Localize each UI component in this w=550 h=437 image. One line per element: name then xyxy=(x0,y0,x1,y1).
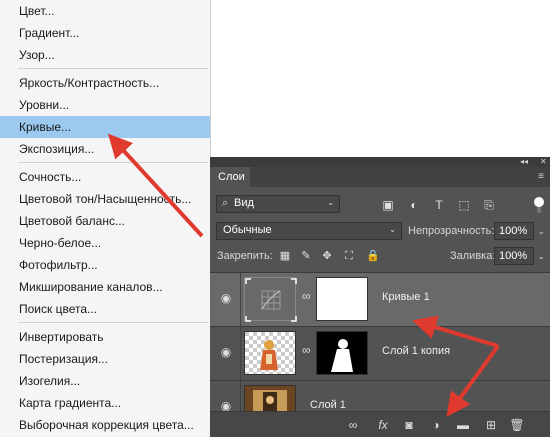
menu-item-levels[interactable]: Уровни... xyxy=(0,94,210,116)
lock-all-icon[interactable]: 🔒 xyxy=(366,249,380,263)
link-chain-icon[interactable]: ∞ xyxy=(302,289,311,303)
panel-title-strip: ◂◂ ✕ xyxy=(210,157,550,167)
opacity-field[interactable]: 100% xyxy=(494,222,534,240)
layer-name[interactable]: Кривые 1 xyxy=(382,291,430,303)
add-mask-icon[interactable]: ◙ xyxy=(400,416,418,434)
fill-dropdown-icon[interactable]: ⌄ xyxy=(538,252,545,261)
smart-object-filter-icon[interactable]: ⎘ xyxy=(481,197,497,213)
menu-item-black-white[interactable]: Черно-белое... xyxy=(0,232,210,254)
panel-tab-bar: Слои ≡ xyxy=(210,167,550,187)
layer-kind-filter[interactable]: ⌕ Вид ⌄ xyxy=(216,195,340,213)
close-icon[interactable]: ✕ xyxy=(540,157,547,167)
menu-item-hue-saturation[interactable]: Цветовой тон/Насыщенность... xyxy=(0,188,210,210)
lock-image-icon[interactable]: ✎ xyxy=(299,249,313,263)
layer-divider xyxy=(240,327,241,381)
adjustments-menu: Цвет... Градиент... Узор... Яркость/Конт… xyxy=(0,0,211,437)
filter-toggle-knob xyxy=(534,197,544,207)
new-adjustment-layer-icon[interactable]: ◑ xyxy=(427,416,445,434)
layers-list: ◉ ∞ Кривые 1 ◉ ∞ Слой 1 копия ◉ Слой 1 xyxy=(210,272,550,435)
layer-image-thumbnail xyxy=(245,386,295,414)
layer-name[interactable]: Слой 1 xyxy=(310,399,346,411)
menu-item-curves[interactable]: Кривые... xyxy=(0,116,210,138)
filter-kind-label: Вид xyxy=(234,197,254,209)
panel-menu-icon[interactable]: ≡ xyxy=(538,170,544,184)
collapse-icon[interactable]: ◂◂ xyxy=(520,157,528,167)
menu-item-brightness-contrast[interactable]: Яркость/Контрастность... xyxy=(0,72,210,94)
lock-label: Закрепить: xyxy=(217,250,273,262)
chevron-down-icon: ⌄ xyxy=(389,225,396,234)
layer-mask-thumbnail[interactable] xyxy=(316,277,368,321)
layer-mask-thumbnail[interactable] xyxy=(316,331,368,375)
lock-position-icon[interactable]: ✥ xyxy=(320,249,334,263)
menu-item-color-lookup[interactable]: Поиск цвета... xyxy=(0,298,210,320)
adjustment-filter-icon[interactable]: ◐ xyxy=(406,197,422,213)
layer-row-layer1-copy[interactable]: ◉ ∞ Слой 1 копия xyxy=(210,326,550,381)
menu-item-pattern[interactable]: Узор... xyxy=(0,44,210,66)
mask-silhouette xyxy=(331,339,353,372)
menu-item-gradient[interactable]: Градиент... xyxy=(0,22,210,44)
menu-item-gradient-map[interactable]: Карта градиента... xyxy=(0,392,210,414)
menu-item-posterize[interactable]: Постеризация... xyxy=(0,348,210,370)
tab-layers[interactable]: Слои xyxy=(210,167,250,187)
menu-item-photo-filter[interactable]: Фотофильтр... xyxy=(0,254,210,276)
layer-name[interactable]: Слой 1 копия xyxy=(382,345,450,357)
trash-icon[interactable]: 🗑 xyxy=(508,416,526,434)
menu-item-selective-color[interactable]: Выборочная коррекция цвета... xyxy=(0,414,210,436)
new-group-folder-icon[interactable]: ▬ xyxy=(454,416,472,434)
new-layer-icon[interactable]: ⊞ xyxy=(482,416,500,434)
search-icon: ⌕ xyxy=(222,197,229,209)
filter-toggle[interactable] xyxy=(534,197,544,213)
layers-panel: ◂◂ ✕ Слои ≡ ⌕ Вид ⌄ ▣ ◐ T ⬚ ⎘ Обычные ⌄ … xyxy=(210,157,550,437)
menu-item-color-balance[interactable]: Цветовой баланс... xyxy=(0,210,210,232)
menu-item-vibrance[interactable]: Сочность... xyxy=(0,166,210,188)
menu-separator xyxy=(18,68,208,69)
chevron-down-icon: ⌄ xyxy=(327,198,334,207)
pixel-filter-icon[interactable]: ▣ xyxy=(380,197,396,213)
menu-item-color[interactable]: Цвет... xyxy=(0,0,210,22)
menu-item-exposure[interactable]: Экспозиция... xyxy=(0,138,210,160)
layer-thumbnail[interactable] xyxy=(244,331,296,375)
layer-image-thumbnail xyxy=(245,332,295,374)
type-filter-icon[interactable]: T xyxy=(431,197,447,213)
opacity-dropdown-icon[interactable]: ⌄ xyxy=(538,227,545,236)
menu-item-threshold[interactable]: Изогелия... xyxy=(0,370,210,392)
layers-bottom-toolbar: ∞ fx ◙ ◑ ▬ ⊞ 🗑 xyxy=(210,411,550,437)
layer-style-fx-icon[interactable]: fx xyxy=(374,416,392,434)
lock-transparent-icon[interactable]: ▦ xyxy=(278,249,292,263)
fill-field[interactable]: 100% xyxy=(494,247,534,265)
blend-mode-value: Обычные xyxy=(223,224,272,236)
lock-artboard-icon[interactable]: ⛶ xyxy=(342,249,356,263)
shape-filter-icon[interactable]: ⬚ xyxy=(456,197,472,213)
link-layers-icon[interactable]: ∞ xyxy=(344,416,362,434)
curves-adjustment-thumbnail[interactable] xyxy=(244,277,297,322)
link-chain-icon[interactable]: ∞ xyxy=(302,343,311,357)
blend-mode-select[interactable]: Обычные ⌄ xyxy=(216,222,402,240)
menu-separator xyxy=(18,322,208,323)
visibility-eye-icon[interactable]: ◉ xyxy=(218,291,234,305)
menu-item-channel-mixer[interactable]: Микширование каналов... xyxy=(0,276,210,298)
layer-divider xyxy=(240,273,241,327)
visibility-eye-icon[interactable]: ◉ xyxy=(218,345,234,359)
menu-item-invert[interactable]: Инвертировать xyxy=(0,326,210,348)
fill-label: Заливка: xyxy=(450,250,496,262)
opacity-label: Непрозрачность: xyxy=(408,225,495,237)
menu-separator xyxy=(18,162,208,163)
curves-icon xyxy=(245,278,297,322)
layer-row-curves[interactable]: ◉ ∞ Кривые 1 xyxy=(210,272,550,327)
